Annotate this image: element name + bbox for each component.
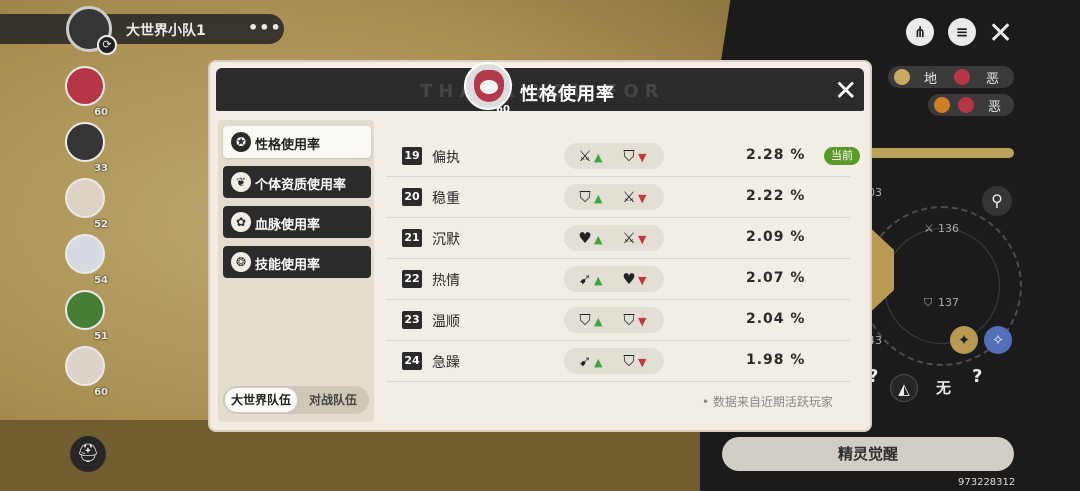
up-arrow-icon: ▲	[594, 274, 603, 287]
rank-badge: 21	[402, 229, 422, 247]
magic-shield-icon: ⛉	[579, 311, 591, 329]
up-arrow-icon: ▲	[594, 315, 603, 328]
tabs-panel: ✪ 性格使用率 ❦ 个体资质使用率 ✿ 血脉使用率 ❂ 技能使用率 大世界队伍 …	[218, 120, 374, 422]
battle-team-option[interactable]: 对战队伍	[299, 388, 367, 412]
skill-icon: ❂	[231, 252, 251, 272]
stat-increase: ⛉ ▲	[576, 311, 612, 329]
shield-icon: ⛉	[579, 188, 591, 206]
tab-label: 个体资质使用率	[255, 178, 347, 193]
down-arrow-icon: ▼	[638, 274, 647, 287]
usage-percent: 1.98 %	[746, 352, 806, 368]
stat-decrease: ⚔ ▼	[620, 229, 656, 247]
stat-effect: ➹ ▲ ⛉ ▼	[564, 348, 664, 374]
usage-percent: 2.07 %	[746, 270, 806, 286]
sword-icon: ⚔	[622, 188, 636, 206]
usage-percent: 2.22 %	[746, 188, 806, 204]
nature-name: 稳重	[432, 191, 460, 207]
boot-icon: ➹	[578, 352, 592, 370]
stat-decrease: ♥ ▼	[620, 270, 656, 288]
stat-effect: ♥ ▲ ⚔ ▼	[564, 225, 664, 251]
nature-name: 沉默	[432, 232, 460, 248]
stat-increase: ➹ ▲	[576, 352, 612, 370]
list-item[interactable]: 24 急躁 ➹ ▲ ⛉ ▼ 1.98 %	[386, 341, 850, 382]
list-item[interactable]: 19 偏执 ⚔ ▲ ⛉ ▼ 2.28 % 当前	[386, 136, 860, 177]
stat-decrease: ⛉ ▼	[620, 352, 656, 370]
tab-label: 技能使用率	[255, 258, 321, 273]
nature-name: 热情	[432, 273, 460, 289]
down-arrow-icon: ▼	[638, 192, 647, 205]
down-arrow-icon: ▼	[638, 233, 647, 246]
stat-effect: ⛉ ▲ ⚔ ▼	[564, 184, 664, 210]
talent-icon: ❦	[231, 172, 251, 192]
down-arrow-icon: ▼	[638, 315, 647, 328]
stat-effect: ⚔ ▲ ⛉ ▼	[564, 143, 664, 169]
up-arrow-icon: ▲	[594, 151, 603, 164]
modal-title: 性格使用率	[520, 84, 615, 105]
modal-header: THANK YOU FOR 60 性格使用率 ✕	[216, 62, 864, 115]
stat-increase: ⛉ ▲	[576, 188, 612, 206]
list-item[interactable]: 20 稳重 ⛉ ▲ ⚔ ▼ 2.22 %	[386, 177, 850, 218]
stat-decrease: ⛉ ▼	[620, 147, 656, 165]
rank-badge: 24	[402, 352, 422, 370]
usage-percent: 2.28 %	[746, 147, 806, 163]
nature-name: 偏执	[432, 150, 460, 166]
tab-nature-usage[interactable]: ✪ 性格使用率	[223, 126, 371, 158]
world-team-option[interactable]: 大世界队伍	[225, 388, 297, 412]
list-item[interactable]: 21 沉默 ♥ ▲ ⚔ ▼ 2.09 %	[386, 218, 850, 259]
up-arrow-icon: ▲	[594, 233, 603, 246]
sword-icon: ⚔	[622, 229, 636, 247]
up-arrow-icon: ▲	[594, 192, 603, 205]
tab-skill-usage[interactable]: ❂ 技能使用率	[223, 246, 371, 278]
up-arrow-icon: ▲	[594, 356, 603, 369]
down-arrow-icon: ▼	[638, 356, 647, 369]
list-item[interactable]: 23 温顺 ⛉ ▲ ⛉ ▼ 2.04 %	[386, 300, 850, 341]
boot-icon: ➹	[578, 270, 592, 288]
stat-increase: ⚔ ▲	[576, 147, 612, 165]
sword-icon: ⚔	[578, 147, 592, 165]
heart-icon: ♥	[622, 270, 636, 288]
down-arrow-icon: ▼	[638, 151, 647, 164]
current-badge: 当前	[824, 147, 860, 165]
stat-increase: ➹ ▲	[576, 270, 612, 288]
bloodline-icon: ✿	[231, 212, 251, 232]
data-source-note: • 数据来自近期活跃玩家	[702, 395, 833, 409]
shield-icon: ⛉	[623, 352, 635, 370]
nature-usage-modal: THANK YOU FOR 60 性格使用率 ✕ ✪ 性格使用率 ❦ 个体资质使…	[210, 62, 870, 430]
pet-avatar	[464, 62, 512, 110]
tab-bloodline-usage[interactable]: ✿ 血脉使用率	[223, 206, 371, 238]
team-type-toggle[interactable]: 大世界队伍 对战队伍	[223, 386, 369, 414]
shield-icon: ⛉	[623, 311, 635, 329]
rank-badge: 23	[402, 311, 422, 329]
stat-decrease: ⚔ ▼	[620, 188, 656, 206]
pet-level: 60	[496, 104, 510, 115]
rank-badge: 19	[402, 147, 422, 165]
stat-effect: ⛉ ▲ ⛉ ▼	[564, 307, 664, 333]
tab-label: 血脉使用率	[255, 218, 321, 233]
tab-label: 性格使用率	[255, 138, 321, 153]
nature-name: 温顺	[432, 314, 460, 330]
heart-icon: ♥	[578, 229, 592, 247]
stat-decrease: ⛉ ▼	[620, 311, 656, 329]
shield-icon: ⛉	[623, 147, 635, 165]
list-item[interactable]: 22 热情 ➹ ▲ ♥ ▼ 2.07 %	[386, 259, 850, 300]
pet-face	[480, 80, 498, 94]
nature-icon: ✪	[231, 132, 251, 152]
stat-effect: ➹ ▲ ♥ ▼	[564, 266, 664, 292]
tab-talent-usage[interactable]: ❦ 个体资质使用率	[223, 166, 371, 198]
rank-badge: 20	[402, 188, 422, 206]
stat-increase: ♥ ▲	[576, 229, 612, 247]
nature-name: 急躁	[432, 355, 460, 371]
modal-close-button[interactable]: ✕	[834, 76, 857, 106]
rank-badge: 22	[402, 270, 422, 288]
usage-percent: 2.09 %	[746, 229, 806, 245]
usage-percent: 2.04 %	[746, 311, 806, 327]
